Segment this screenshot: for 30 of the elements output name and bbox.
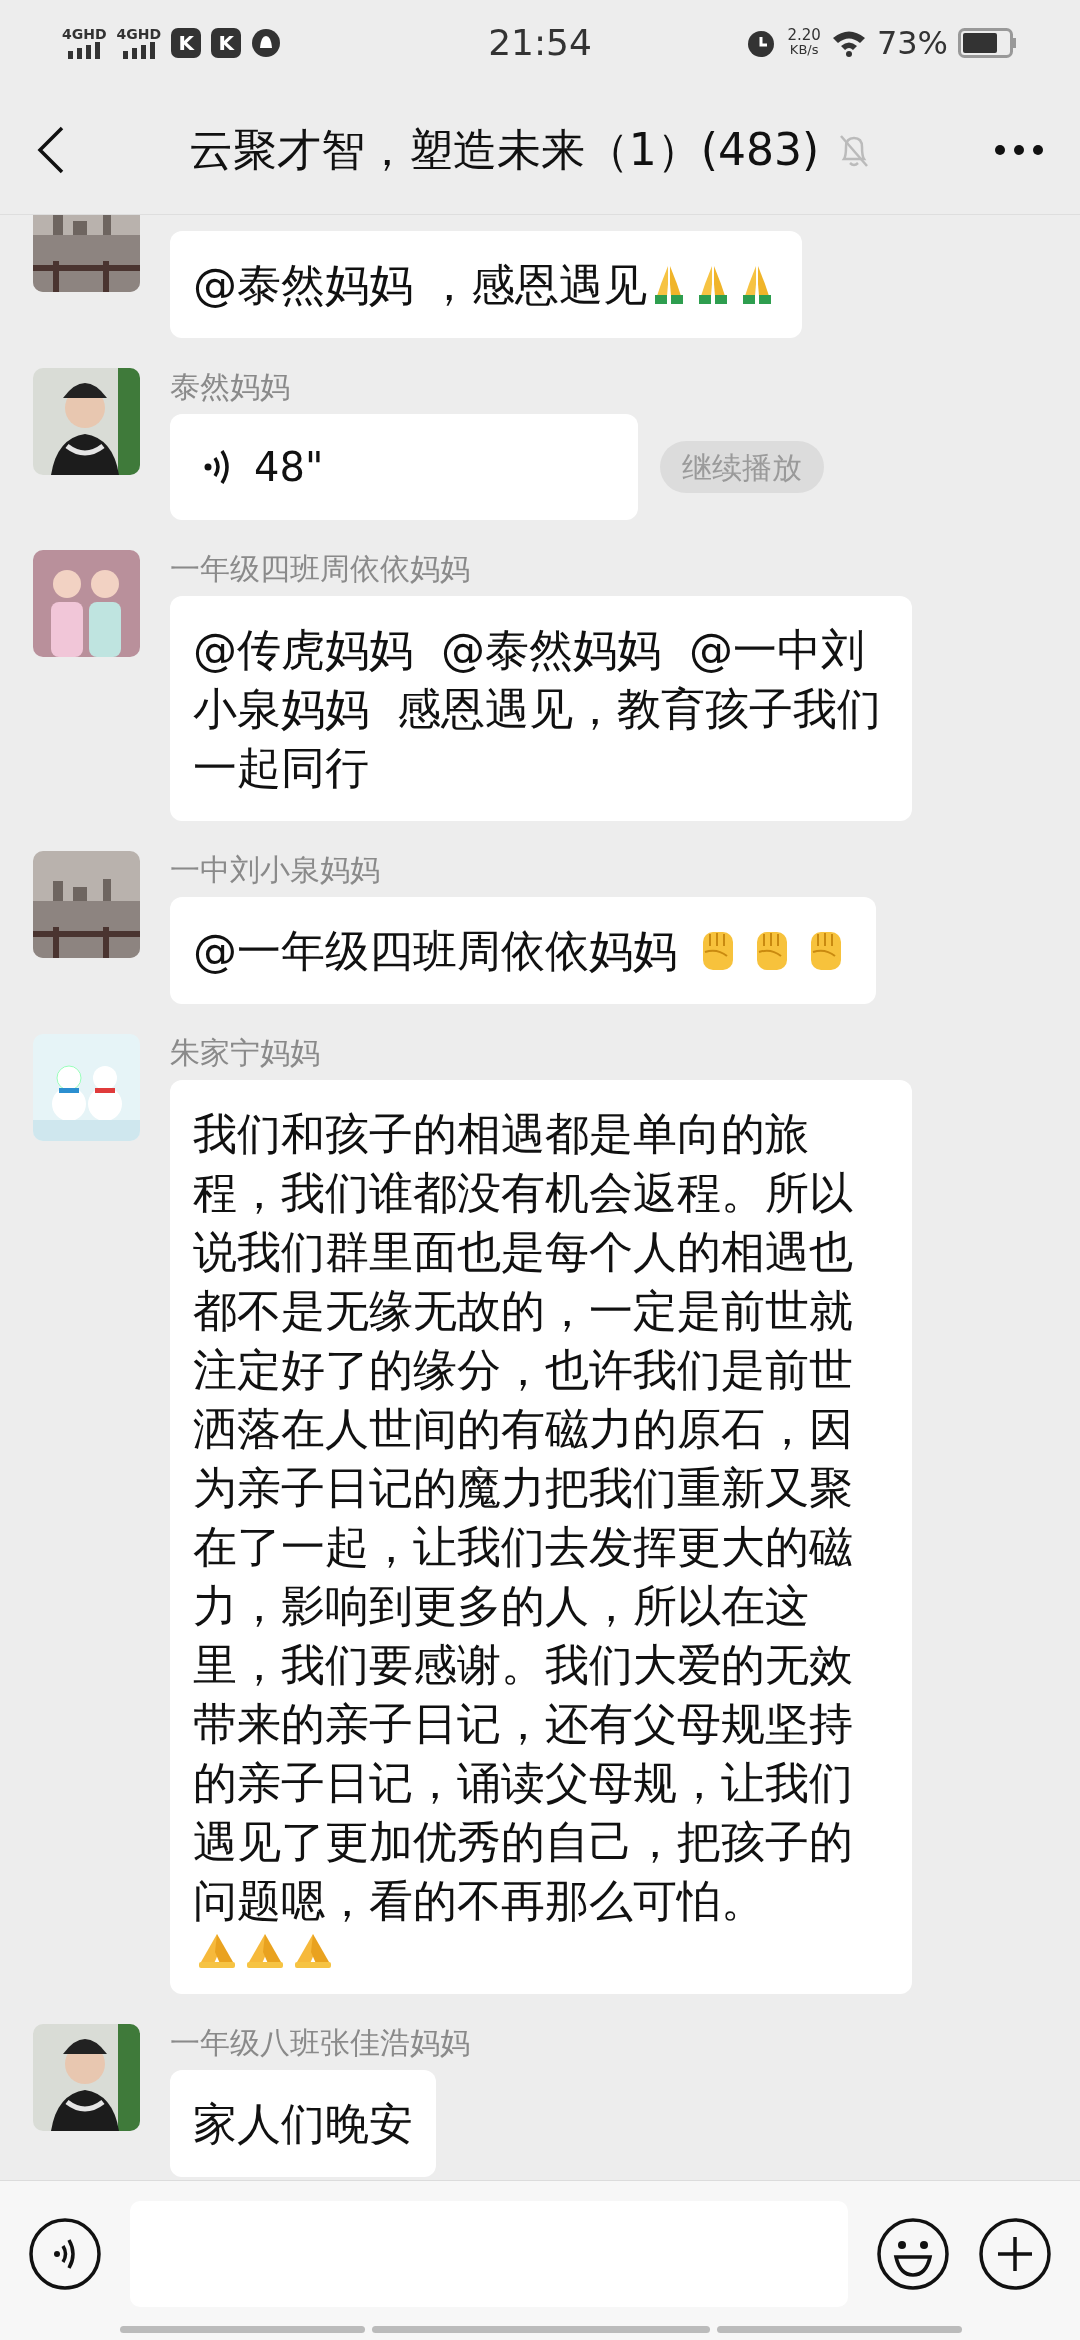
voice-message[interactable]: 48" bbox=[170, 414, 638, 520]
app-notification-icon: K bbox=[211, 27, 242, 58]
chat-title: 云聚才智，塑造未来（1）(483) bbox=[188, 122, 820, 177]
network-speed: 2.20 bbox=[787, 28, 821, 43]
signal-icon bbox=[120, 40, 157, 59]
sender-name: 一中刘小泉妈妈 bbox=[170, 851, 380, 889]
message-text: 我们和孩子的相遇都是单向的旅程，我们谁都没有机会返程。所以说我们群里面也是每个人的相遇也都不是无缘无故的，一定是前世就注定好了的缘分，也许我们是前世洒落在人世间的有磁力的原石，因为亲子日记的魔力把我们重新又聚在了一起，让我们去发挥更大的磁力，影响到更多的人，所以在这里，我们要感谢。我们大爱的无效带来的亲子日记，还有父母规坚持的亲子日记，诵读父母规，让我们遇见了更加优秀的自己，把孩子的问题嗯，看的不再那么可怕。 bbox=[193, 1107, 854, 1928]
message-text: @传虎妈妈 @泰然妈妈 @一中刘小泉妈妈 感恩遇见，教育孩子我们一起同行 bbox=[193, 624, 881, 793]
message-text: @泰然妈妈 ，感恩遇见 bbox=[193, 259, 647, 310]
speed-unit: KB/s bbox=[789, 43, 819, 57]
sender-name: 泰然妈妈 bbox=[170, 368, 290, 406]
sender-name: 朱家宁妈妈 bbox=[170, 1034, 320, 1072]
plus-icon[interactable] bbox=[978, 2216, 1052, 2291]
battery-percent: 73% bbox=[876, 22, 948, 64]
back-icon[interactable] bbox=[36, 124, 66, 175]
sender-name: 一年级四班周依依妈妈 bbox=[170, 550, 470, 588]
network-label: 4GHD bbox=[62, 26, 107, 41]
signal-icon bbox=[66, 40, 103, 59]
network-label: 4GHD bbox=[116, 26, 162, 41]
battery-icon bbox=[958, 27, 1018, 58]
clock: 21:54 bbox=[488, 20, 592, 65]
more-icon[interactable] bbox=[994, 143, 1044, 156]
bell-notification-icon bbox=[251, 27, 282, 58]
emoji-icon[interactable] bbox=[876, 2216, 950, 2291]
message-text: 家人们晚安 bbox=[193, 2098, 413, 2149]
app-notification-icon: K bbox=[171, 27, 202, 58]
sender-name: 一年级八班张佳浩妈妈 bbox=[170, 2024, 470, 2062]
voice-duration: 48" bbox=[254, 443, 324, 492]
message-text: @一年级四班周依依妈妈 bbox=[193, 925, 678, 976]
voice-input-icon[interactable] bbox=[28, 2216, 102, 2291]
